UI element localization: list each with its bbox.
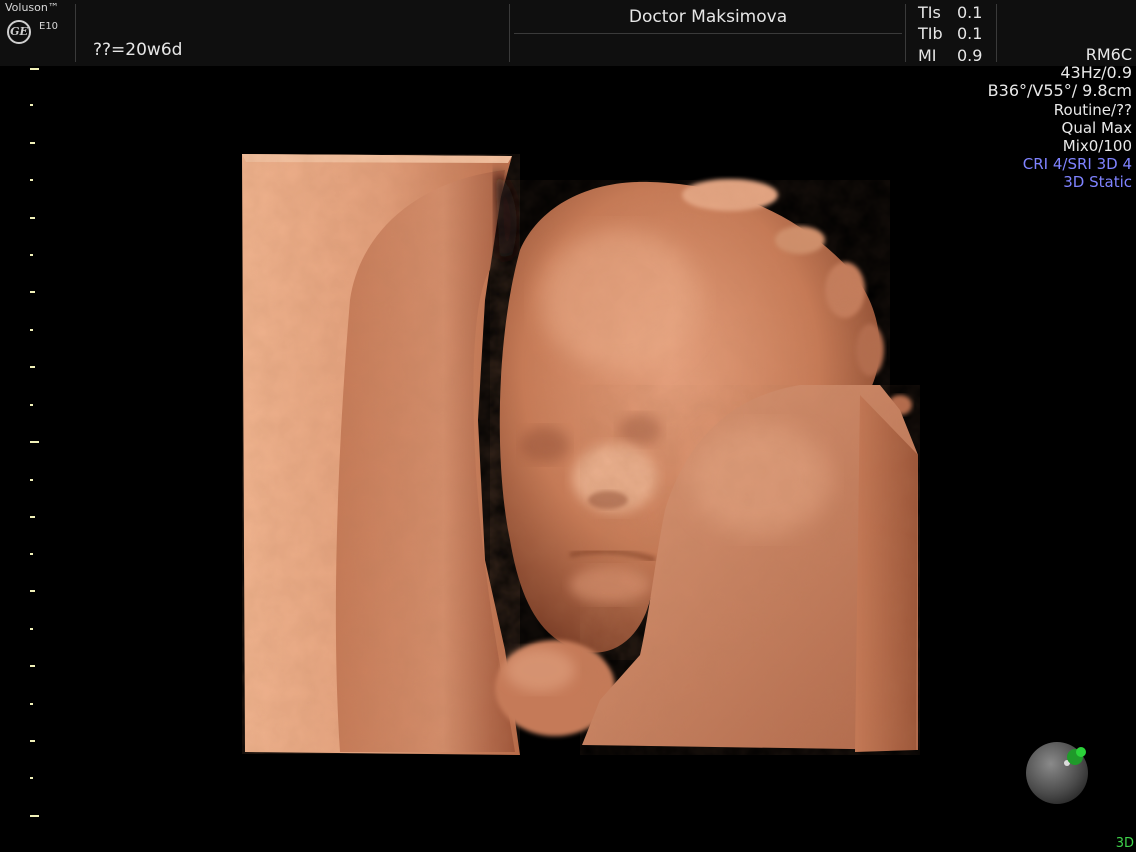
ultrasound-3d-render <box>242 154 920 755</box>
scale-tick <box>30 479 33 481</box>
header-divider <box>514 33 902 34</box>
scale-tick <box>30 254 33 256</box>
angles-label: B36°/V55°/ 9.8cm <box>987 81 1132 101</box>
safety-index-tib: TIb 0.1 <box>918 24 982 43</box>
probe-label: RM6C <box>1085 45 1132 64</box>
scale-tick <box>30 703 33 705</box>
safety-label: TIs <box>918 3 941 22</box>
scale-tick <box>30 291 35 293</box>
header-bar: Voluson™ GE E10 ??=20w6d Doctor Maksimov… <box>0 0 1136 66</box>
safety-label: MI <box>918 46 937 65</box>
scale-tick <box>30 628 33 630</box>
scale-tick <box>30 104 33 106</box>
gestational-age: ??=20w6d <box>93 40 183 60</box>
scale-tick <box>30 590 35 592</box>
scale-tick-major <box>30 441 39 443</box>
safety-value: 0.9 <box>957 46 983 65</box>
scale-tick <box>30 777 33 779</box>
header-divider <box>75 4 76 62</box>
acquisition-parameters: RM6C 43Hz/0.9 B36°/V55°/ 9.8cm Routine/?… <box>987 45 1132 192</box>
scale-tick <box>30 329 33 331</box>
scale-tick <box>30 179 33 181</box>
preset-label: Routine/?? <box>1053 100 1132 119</box>
header-divider <box>509 4 510 62</box>
safety-value: 0.1 <box>957 24 983 43</box>
uterine-wall-right <box>580 385 920 755</box>
mode-indicator: 3D <box>1115 836 1134 851</box>
scale-tick <box>30 553 33 555</box>
scale-tick <box>30 516 35 518</box>
header-divider <box>905 4 906 62</box>
scale-tick <box>30 366 35 368</box>
scale-tick <box>30 217 35 219</box>
scale-tick <box>30 740 35 742</box>
filters-label: CRI 4/SRI 3D 4 <box>1022 155 1132 174</box>
uterine-wall-left <box>242 154 520 755</box>
safety-label: TIb <box>918 24 943 43</box>
scale-tick <box>30 665 35 667</box>
scale-tick-major <box>30 68 39 70</box>
frequency-label: 43Hz/0.9 <box>1060 63 1132 83</box>
orientation-ball-icon[interactable] <box>1025 741 1091 807</box>
safety-index-mi: MI 0.9 <box>918 46 982 65</box>
scale-tick-major <box>30 815 39 817</box>
safety-value: 0.1 <box>957 3 983 22</box>
scale-tick <box>30 404 33 406</box>
mix-label: Mix0/100 <box>1062 137 1132 156</box>
render-mode-label: 3D Static <box>1063 173 1132 192</box>
safety-index-tis: TIs 0.1 <box>918 3 982 22</box>
operator-name: Doctor Maksimova <box>628 7 788 27</box>
depth-scale <box>0 0 60 852</box>
quality-label: Qual Max <box>1061 118 1132 137</box>
scale-tick <box>30 142 35 144</box>
